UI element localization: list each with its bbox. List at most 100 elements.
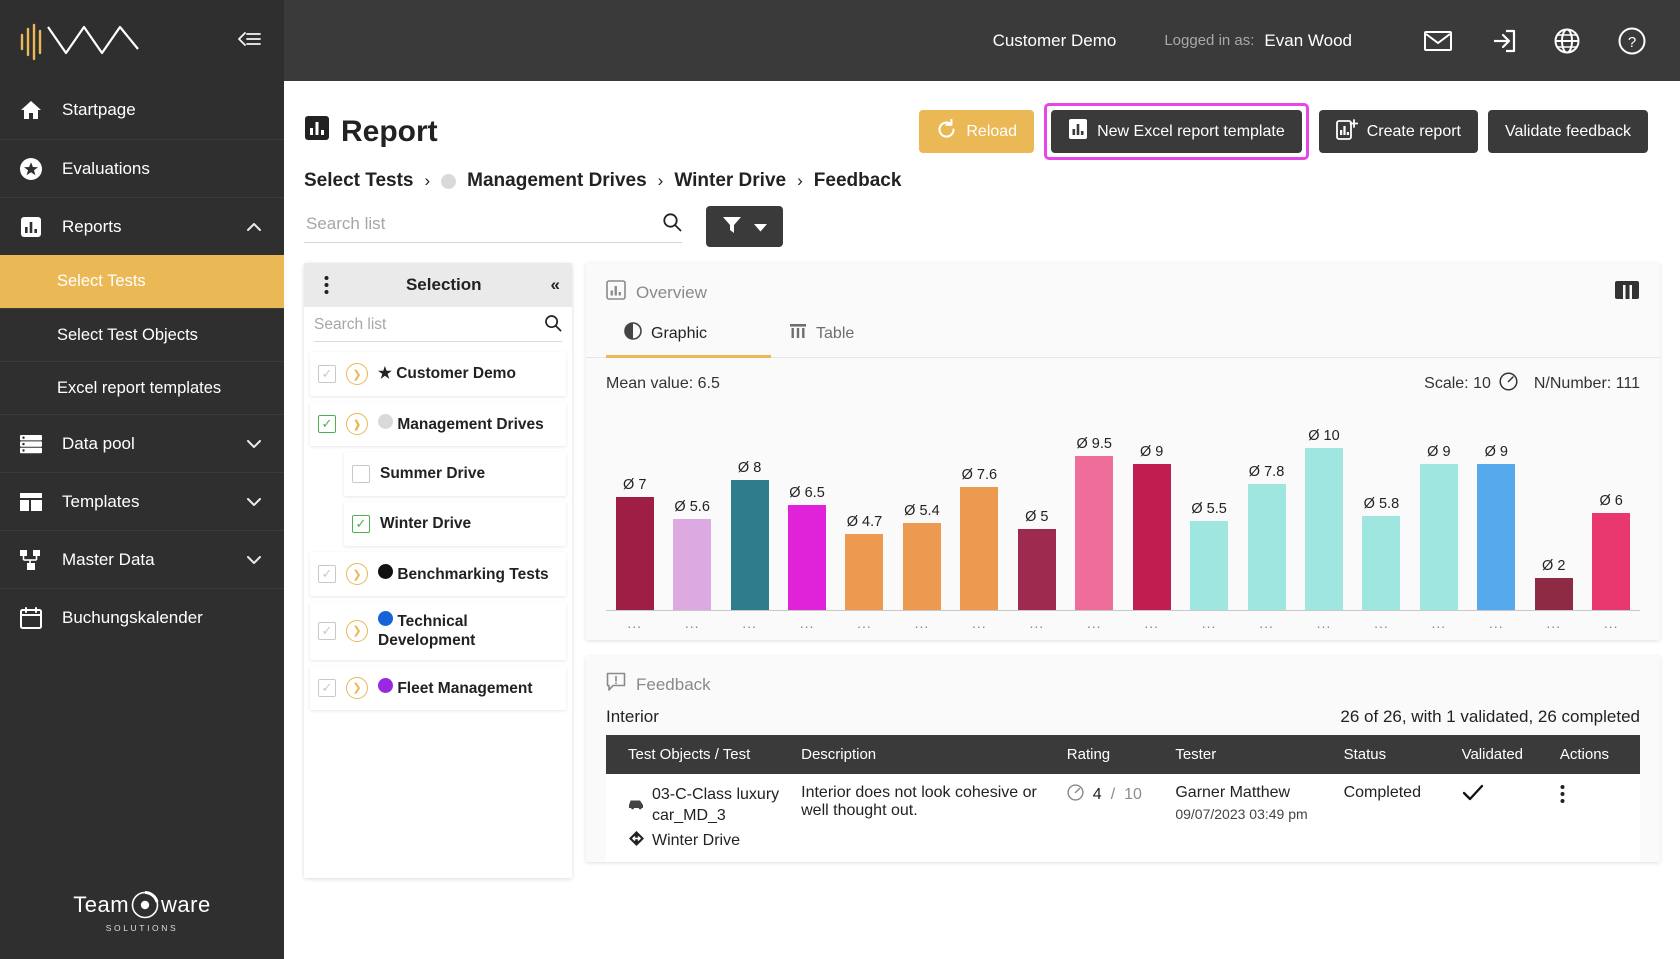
sidebar-item-excel-report-templates[interactable]: Excel report templates: [0, 361, 284, 414]
checkbox-indeterminate[interactable]: ✓: [318, 565, 336, 583]
bar[interactable]: [730, 480, 769, 610]
column-validated[interactable]: Validated: [1453, 735, 1552, 774]
bar-column[interactable]: Ø 5.4: [893, 414, 950, 610]
bar[interactable]: [1304, 448, 1343, 610]
bar[interactable]: [1362, 516, 1401, 610]
bar-column[interactable]: Ø 6: [1582, 414, 1639, 610]
bar-column[interactable]: Ø 7.8: [1238, 414, 1295, 610]
bar[interactable]: [1477, 464, 1516, 610]
column-tester[interactable]: Tester: [1167, 735, 1336, 774]
tree-item-management-drives[interactable]: ✓ ❱ Management Drives: [310, 402, 566, 446]
kebab-menu-icon[interactable]: [1560, 785, 1565, 808]
bar[interactable]: [1132, 464, 1171, 610]
table-row[interactable]: 03-C-Class luxury car_MD_3 Winter Drive: [606, 774, 1640, 863]
bar-column[interactable]: Ø 6.5: [778, 414, 835, 610]
search-icon[interactable]: [544, 314, 562, 335]
chevron-down-icon[interactable]: [246, 434, 262, 454]
chevron-right-icon[interactable]: ❯: [346, 676, 368, 699]
help-icon[interactable]: ?: [1618, 27, 1646, 55]
bar[interactable]: [615, 496, 654, 610]
bar[interactable]: [960, 486, 999, 610]
tree-item-customer-demo[interactable]: ✓ ❯ ★ Customer Demo: [310, 352, 566, 396]
column-status[interactable]: Status: [1335, 735, 1454, 774]
bar[interactable]: [1592, 512, 1631, 610]
chevron-right-icon[interactable]: ❯: [346, 563, 368, 585]
search-box[interactable]: [304, 210, 682, 243]
bar[interactable]: [1190, 520, 1229, 610]
bar[interactable]: [1075, 456, 1114, 610]
bar[interactable]: [1534, 577, 1573, 610]
bar-column[interactable]: Ø 7: [606, 414, 663, 610]
bar[interactable]: [845, 533, 884, 610]
tree-item-technical-development[interactable]: ✓ ❯ Technical Development: [310, 602, 566, 660]
bar-column[interactable]: Ø 9: [1123, 414, 1180, 610]
validate-feedback-button[interactable]: Validate feedback: [1487, 110, 1648, 153]
breadcrumb-item-management-drives[interactable]: Management Drives: [467, 170, 647, 192]
sidebar-item-templates[interactable]: Templates: [0, 472, 284, 530]
tree-item-summer-drive[interactable]: Summer Drive: [344, 452, 566, 496]
new-excel-report-template-button[interactable]: New Excel report template: [1051, 110, 1302, 153]
bar[interactable]: [1247, 483, 1286, 610]
bar-column[interactable]: Ø 5: [1008, 414, 1065, 610]
collapse-panel-icon[interactable]: «: [551, 275, 560, 295]
tree-item-benchmarking-tests[interactable]: ✓ ❯ Benchmarking Tests: [310, 552, 566, 596]
bar-column[interactable]: Ø 5.8: [1353, 414, 1410, 610]
column-actions[interactable]: Actions: [1551, 735, 1640, 774]
chevron-right-icon[interactable]: ❯: [346, 619, 368, 642]
logout-icon[interactable]: [1490, 29, 1516, 53]
breadcrumb-item-winter-drive[interactable]: Winter Drive: [674, 170, 786, 192]
bar-column[interactable]: Ø 9.5: [1066, 414, 1123, 610]
bar-column[interactable]: Ø 4.7: [836, 414, 893, 610]
chevron-right-icon[interactable]: ❯: [346, 363, 368, 385]
sidebar-item-master-data[interactable]: Master Data: [0, 530, 284, 588]
bar-column[interactable]: Ø 5.6: [663, 414, 720, 610]
selection-search-box[interactable]: [314, 314, 562, 342]
search-input[interactable]: [306, 213, 662, 234]
bar-column[interactable]: Ø 9: [1468, 414, 1525, 610]
filter-button[interactable]: [706, 206, 783, 247]
checkbox-checked[interactable]: ✓: [318, 415, 336, 433]
mail-icon[interactable]: [1424, 30, 1452, 52]
sidebar-item-startpage[interactable]: Startpage: [0, 81, 284, 139]
kebab-menu-icon[interactable]: [316, 275, 337, 295]
chevron-down-icon[interactable]: ❱: [346, 413, 368, 435]
bar[interactable]: [1017, 529, 1056, 610]
sidebar-item-select-test-objects[interactable]: Select Test Objects: [0, 308, 284, 361]
bar-column[interactable]: Ø 2: [1525, 414, 1582, 610]
tab-table[interactable]: Table: [771, 316, 894, 358]
tree-item-fleet-management[interactable]: ✓ ❯ Fleet Management: [310, 665, 566, 710]
sidebar-item-evaluations[interactable]: Evaluations: [0, 139, 284, 197]
search-icon[interactable]: [662, 212, 682, 235]
sidebar-item-reports[interactable]: Reports: [0, 197, 284, 255]
globe-icon[interactable]: [1554, 28, 1580, 54]
bar[interactable]: [1419, 464, 1458, 610]
collapse-sidebar-icon[interactable]: [236, 29, 262, 52]
column-test-objects[interactable]: Test Objects / Test: [606, 735, 794, 774]
bar-column[interactable]: Ø 9: [1410, 414, 1467, 610]
checkbox-indeterminate[interactable]: ✓: [318, 621, 336, 640]
column-description[interactable]: Description: [793, 735, 1059, 774]
bar-column[interactable]: Ø 10: [1295, 414, 1352, 610]
tree-item-winter-drive[interactable]: ✓ Winter Drive: [344, 502, 566, 546]
chevron-down-icon[interactable]: [246, 550, 262, 570]
create-report-button[interactable]: Create report: [1318, 110, 1478, 153]
chevron-up-icon[interactable]: [246, 217, 262, 237]
bar-column[interactable]: Ø 7.6: [951, 414, 1008, 610]
reload-button[interactable]: Reload: [919, 110, 1035, 153]
tab-graphic[interactable]: Graphic: [606, 316, 772, 358]
bar[interactable]: [673, 519, 712, 610]
bar-column[interactable]: Ø 8: [721, 414, 778, 610]
bar[interactable]: [788, 504, 827, 610]
sidebar-item-select-tests[interactable]: Select Tests: [0, 255, 284, 308]
checkbox-checked[interactable]: ✓: [352, 515, 370, 533]
breadcrumb-item-select-tests[interactable]: Select Tests: [304, 170, 413, 192]
selection-search-input[interactable]: [314, 315, 544, 334]
checkbox-indeterminate[interactable]: ✓: [318, 365, 336, 383]
breadcrumb-item-feedback[interactable]: Feedback: [814, 170, 902, 192]
sidebar-item-buchungskalender[interactable]: Buchungskalender: [0, 588, 284, 646]
bar-column[interactable]: Ø 5.5: [1180, 414, 1237, 610]
column-rating[interactable]: Rating: [1058, 735, 1168, 774]
checkbox-unchecked[interactable]: [352, 465, 370, 483]
columns-icon[interactable]: [1614, 279, 1640, 306]
chevron-down-icon[interactable]: [246, 492, 262, 512]
